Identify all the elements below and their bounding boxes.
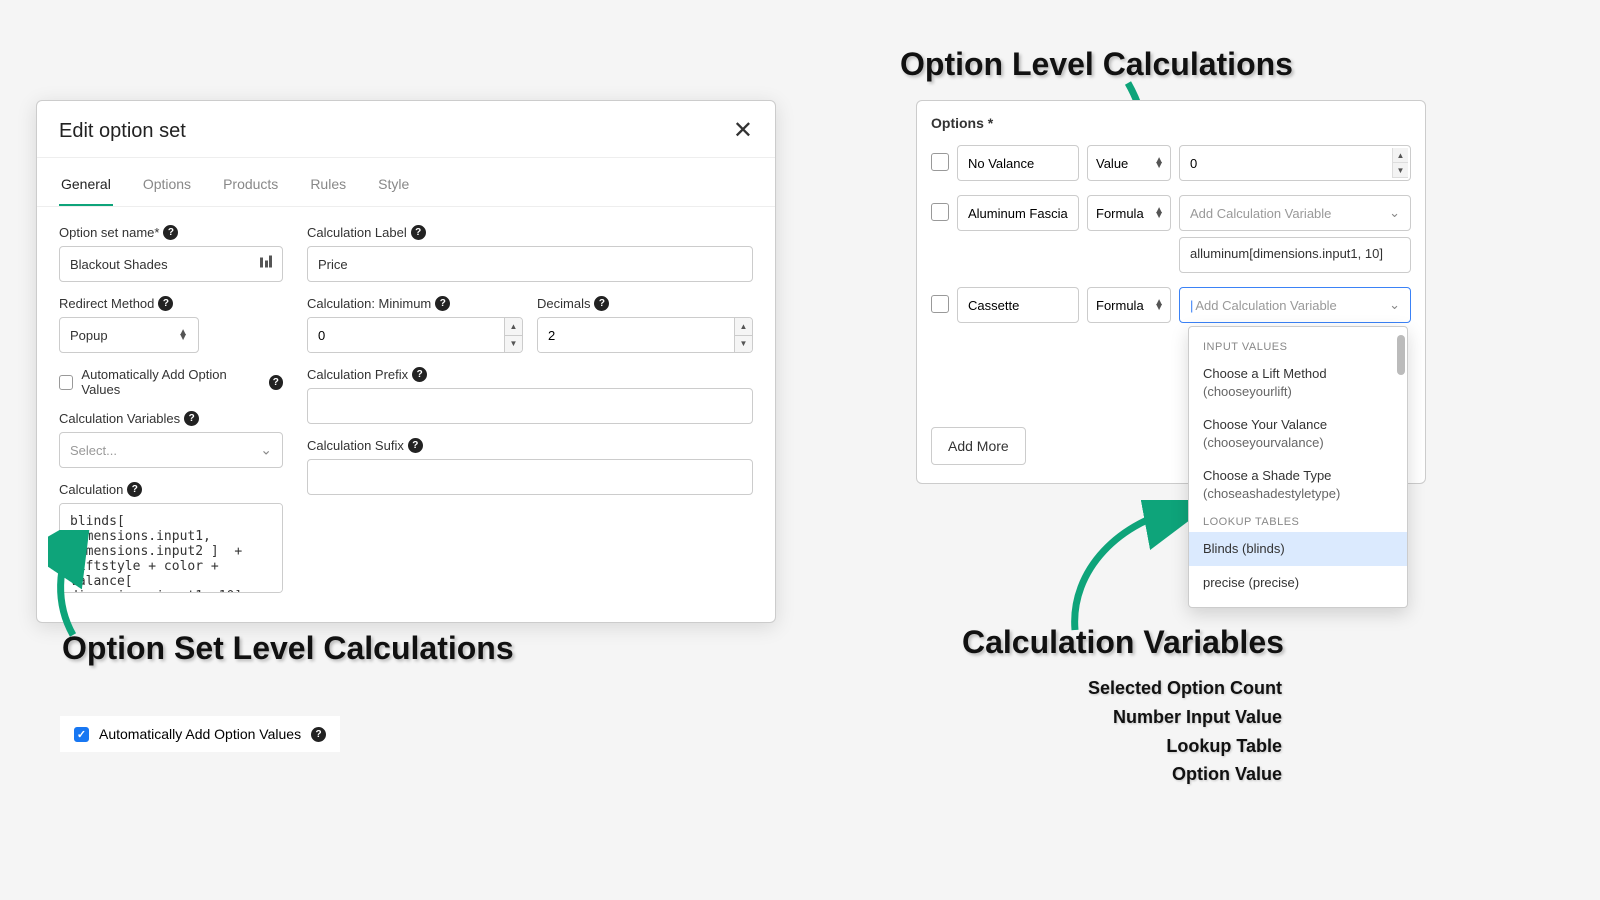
label-redirect-method: Redirect Method? <box>59 296 283 311</box>
label-calc-label: Calculation Label? <box>307 225 753 240</box>
auto-add-checkbox[interactable] <box>59 375 73 390</box>
option-name-input[interactable]: Aluminum Fascia <box>957 195 1079 231</box>
variable-dropdown: INPUT VALUES Choose a Lift Method(choose… <box>1188 326 1408 608</box>
label-calculation: Calculation? <box>59 482 283 497</box>
option-type-select[interactable]: Value ▲▼ <box>1087 145 1171 181</box>
decimals-input[interactable]: ▲▼ <box>537 317 753 353</box>
help-icon[interactable]: ? <box>269 375 283 390</box>
label-decimals: Decimals? <box>537 296 753 311</box>
label-calc-suffix: Calculation Sufix? <box>307 438 753 453</box>
dropdown-item[interactable]: precise (precise) <box>1189 566 1407 600</box>
label-option-set-name: Option set name*? <box>59 225 283 240</box>
help-icon[interactable]: ? <box>184 411 199 426</box>
modal-title: Edit option set <box>59 120 186 143</box>
close-icon[interactable]: ✕ <box>733 119 753 143</box>
modal-tabs: General Options Products Rules Style <box>37 166 775 206</box>
spin-up-icon[interactable]: ▲ <box>735 318 752 336</box>
chevron-down-icon: ⌄ <box>1389 205 1400 221</box>
spin-down-icon[interactable]: ▼ <box>735 336 752 353</box>
caption-option-set-level: Option Set Level Calculations <box>62 630 514 667</box>
caption-calc-vars: Calculation Variables <box>962 624 1284 661</box>
help-icon[interactable]: ? <box>127 482 142 497</box>
option-type-select[interactable]: Formula ▲▼ <box>1087 195 1171 231</box>
scrollbar[interactable] <box>1397 335 1405 599</box>
dropdown-item[interactable]: Blinds (blinds) <box>1189 532 1407 566</box>
help-icon[interactable]: ? <box>408 438 423 453</box>
chevron-down-icon: ⌄ <box>1389 297 1400 313</box>
tab-style[interactable]: Style <box>376 166 411 206</box>
calc-suffix-input[interactable] <box>307 459 753 495</box>
option-row: Cassette Formula ▲▼ |Add Calculation Var… <box>931 287 1411 323</box>
tab-products[interactable]: Products <box>221 166 280 206</box>
dropdown-section-header: INPUT VALUES <box>1189 335 1407 357</box>
spin-up-icon[interactable]: ▲ <box>505 318 522 336</box>
option-checkbox[interactable] <box>931 203 949 221</box>
dropdown-item[interactable]: Choose a Shade Type(choseashadestyletype… <box>1189 459 1407 510</box>
spin-up-icon[interactable]: ▲ <box>1393 148 1408 163</box>
option-checkbox[interactable] <box>931 153 949 171</box>
caret-icon: ▲▼ <box>178 330 188 340</box>
tab-options[interactable]: Options <box>141 166 193 206</box>
caption-option-level: Option Level Calculations <box>900 46 1293 83</box>
label-calc-prefix: Calculation Prefix? <box>307 367 753 382</box>
variable-select-focused[interactable]: |Add Calculation Variable ⌄ <box>1179 287 1411 323</box>
tab-rules[interactable]: Rules <box>308 166 348 206</box>
caret-icon: ▲▼ <box>1154 300 1164 310</box>
spin-down-icon[interactable]: ▼ <box>505 336 522 353</box>
add-more-button[interactable]: Add More <box>931 427 1026 465</box>
help-icon[interactable]: ? <box>412 367 427 382</box>
option-name-input[interactable]: Cassette <box>957 287 1079 323</box>
input-end-icon <box>259 256 273 273</box>
help-icon[interactable]: ? <box>311 727 326 742</box>
option-checkbox[interactable] <box>931 295 949 313</box>
help-icon[interactable]: ? <box>435 296 450 311</box>
edit-option-set-modal: Edit option set ✕ General Options Produc… <box>36 100 776 623</box>
caret-icon: ▲▼ <box>1154 208 1164 218</box>
formula-display[interactable]: alluminum[dimensions.input1, 10] <box>1179 237 1411 273</box>
auto-add-checkbox-checked[interactable] <box>74 727 89 742</box>
dropdown-item[interactable]: Choose Your Valance(chooseyourvalance) <box>1189 408 1407 459</box>
help-icon[interactable]: ? <box>158 296 173 311</box>
help-icon[interactable]: ? <box>163 225 178 240</box>
caret-icon: ▲▼ <box>1154 158 1164 168</box>
option-row: No Valance Value ▲▼ 0 ▲▼ <box>931 145 1411 181</box>
calc-prefix-input[interactable] <box>307 388 753 424</box>
dropdown-section-header: LOOKUP TABLES <box>1189 510 1407 532</box>
options-title: Options * <box>931 115 1411 131</box>
calculation-textarea[interactable]: blinds[ dimensions.input1, dimensions.in… <box>59 503 283 593</box>
option-row: Aluminum Fascia Formula ▲▼ Add Calculati… <box>931 195 1411 273</box>
option-set-name-input[interactable] <box>59 246 283 282</box>
chevron-down-icon: ⌄ <box>260 442 272 459</box>
spin-down-icon[interactable]: ▼ <box>1393 163 1408 178</box>
calc-variables-select[interactable]: Select... ⌄ <box>59 432 283 468</box>
calc-min-input[interactable]: ▲▼ <box>307 317 523 353</box>
auto-add-card: Automatically Add Option Values ? <box>60 716 340 752</box>
label-calc-variables: Calculation Variables? <box>59 411 283 426</box>
option-name-input[interactable]: No Valance <box>957 145 1079 181</box>
arrow-calc-vars <box>1060 500 1200 640</box>
option-value-input[interactable]: 0 ▲▼ <box>1179 145 1411 181</box>
help-icon[interactable]: ? <box>411 225 426 240</box>
calc-label-input[interactable] <box>307 246 753 282</box>
label-calc-min: Calculation: Minimum? <box>307 296 523 311</box>
help-icon[interactable]: ? <box>594 296 609 311</box>
redirect-method-select[interactable]: Popup ▲▼ <box>59 317 199 353</box>
auto-add-label-2: Automatically Add Option Values <box>99 726 301 742</box>
option-type-select[interactable]: Formula ▲▼ <box>1087 287 1171 323</box>
tab-general[interactable]: General <box>59 166 113 206</box>
auto-add-label: Automatically Add Option Values <box>81 367 260 397</box>
subcaption-calc-vars: Selected Option Count Number Input Value… <box>1046 674 1282 789</box>
variable-select[interactable]: Add Calculation Variable ⌄ <box>1179 195 1411 231</box>
dropdown-item[interactable]: Choose a Lift Method(chooseyourlift) <box>1189 357 1407 408</box>
